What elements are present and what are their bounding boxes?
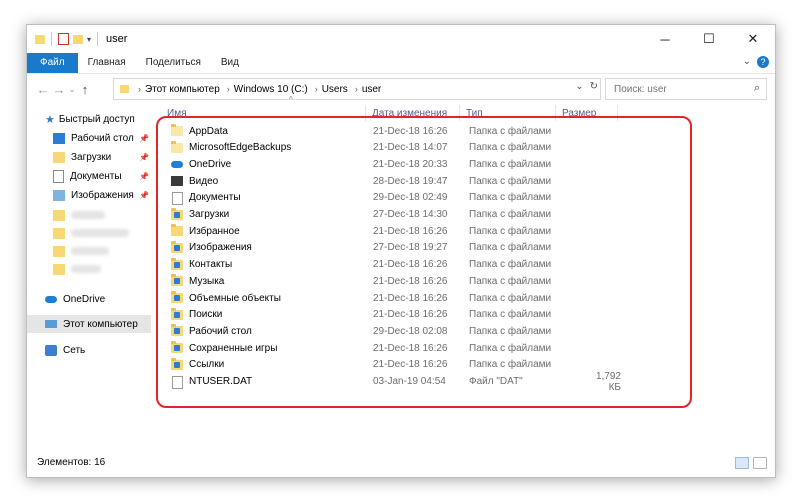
sidebar-item-label: Изображения xyxy=(71,189,134,201)
details-view-icon[interactable] xyxy=(735,457,749,469)
tab-file[interactable]: Файл xyxy=(27,53,78,73)
sidebar-item-pictures[interactable]: Изображения 📌 xyxy=(53,186,153,204)
sidebar-item-onedrive[interactable]: OneDrive xyxy=(45,290,105,308)
sort-ascending-icon: ^ xyxy=(289,95,293,104)
new-folder-icon[interactable] xyxy=(73,34,83,44)
sidebar-item-blurred[interactable] xyxy=(53,260,101,278)
chevron-right-icon: › xyxy=(138,84,141,94)
folder-icon xyxy=(53,209,65,221)
sidebar-item-documents[interactable]: Документы 📌 xyxy=(53,167,153,185)
navigation-pane: ★ Быстрый доступ Рабочий стол 📌 Загрузки… xyxy=(27,105,155,445)
customize-qat-icon[interactable]: ▾ xyxy=(87,35,91,44)
pin-icon: 📌 xyxy=(139,133,149,143)
minimize-button[interactable]: ─ xyxy=(643,25,687,53)
sidebar-item-desktop[interactable]: Рабочий стол 📌 xyxy=(53,129,153,147)
sidebar-item-blurred[interactable] xyxy=(53,242,109,260)
sidebar-item-downloads[interactable]: Загрузки 📌 xyxy=(53,148,153,166)
pin-icon: 📌 xyxy=(139,152,149,162)
blurred-label xyxy=(71,247,109,255)
large-icons-view-icon[interactable] xyxy=(753,457,767,469)
sidebar-item-label: OneDrive xyxy=(63,293,106,305)
sidebar-item-blurred[interactable] xyxy=(53,206,105,224)
window-title: user xyxy=(106,33,128,45)
toolbar-divider xyxy=(97,32,99,46)
back-button[interactable]: ← xyxy=(35,82,51,97)
sidebar-item-quick-access[interactable]: ★ Быстрый доступ xyxy=(45,110,135,128)
sidebar-item-network[interactable]: Сеть xyxy=(45,341,85,359)
title-bar: ▾ user ─ ☐ ✕ xyxy=(27,25,775,53)
highlight-box xyxy=(156,116,692,408)
folder-icon xyxy=(53,245,65,257)
tab-share[interactable]: Поделиться xyxy=(136,53,211,73)
address-dropdown-icon[interactable]: ⌄ xyxy=(575,81,583,92)
sidebar-item-blurred[interactable] xyxy=(53,224,129,242)
help-icon[interactable]: ? xyxy=(757,56,769,68)
properties-icon[interactable] xyxy=(58,33,69,45)
window-controls: ─ ☐ ✕ xyxy=(643,25,775,53)
forward-button[interactable]: → xyxy=(51,82,67,97)
pictures-icon xyxy=(53,189,65,201)
toolbar-divider xyxy=(51,32,52,46)
quick-access-toolbar: ▾ xyxy=(35,32,100,46)
ribbon-tabs: Файл Главная Поделиться Вид ⌄ ? xyxy=(27,53,775,74)
folder-icon xyxy=(53,263,65,275)
up-button[interactable]: ↑ xyxy=(77,82,93,97)
sidebar-item-label: Рабочий стол xyxy=(71,132,134,144)
refresh-icon[interactable]: ↻ xyxy=(590,81,598,92)
sidebar-item-label: Сеть xyxy=(63,344,86,356)
sidebar-item-label: Загрузки xyxy=(71,151,112,163)
documents-icon xyxy=(53,169,64,183)
blurred-label xyxy=(71,229,129,237)
close-button[interactable]: ✕ xyxy=(731,25,775,53)
sidebar-item-this-pc[interactable]: Этот компьютер xyxy=(27,315,151,333)
desktop-icon xyxy=(53,132,65,144)
status-item-count: Элементов: 16 xyxy=(37,457,106,468)
expand-ribbon-icon[interactable]: ⌄ xyxy=(743,56,751,67)
sidebar-item-label: Документы xyxy=(70,170,122,182)
sidebar-item-label: Быстрый доступ xyxy=(58,113,135,125)
folder-icon xyxy=(35,34,45,44)
maximize-button[interactable]: ☐ xyxy=(687,25,731,53)
folder-icon xyxy=(53,227,65,239)
onedrive-icon xyxy=(45,295,57,303)
tab-home[interactable]: Главная xyxy=(78,53,136,73)
pin-icon: 📌 xyxy=(139,171,149,181)
folder-icon xyxy=(120,85,129,93)
downloads-icon xyxy=(53,151,65,163)
network-icon xyxy=(45,344,57,356)
blurred-label xyxy=(71,265,101,273)
star-icon: ★ xyxy=(45,113,55,126)
sidebar-item-label: Этот компьютер xyxy=(63,318,138,330)
recent-locations-button[interactable]: ⌄ xyxy=(67,84,77,95)
pin-icon: 📌 xyxy=(139,190,149,200)
blurred-label xyxy=(71,211,105,219)
computer-icon xyxy=(45,320,57,328)
tab-view[interactable]: Вид xyxy=(211,53,249,73)
